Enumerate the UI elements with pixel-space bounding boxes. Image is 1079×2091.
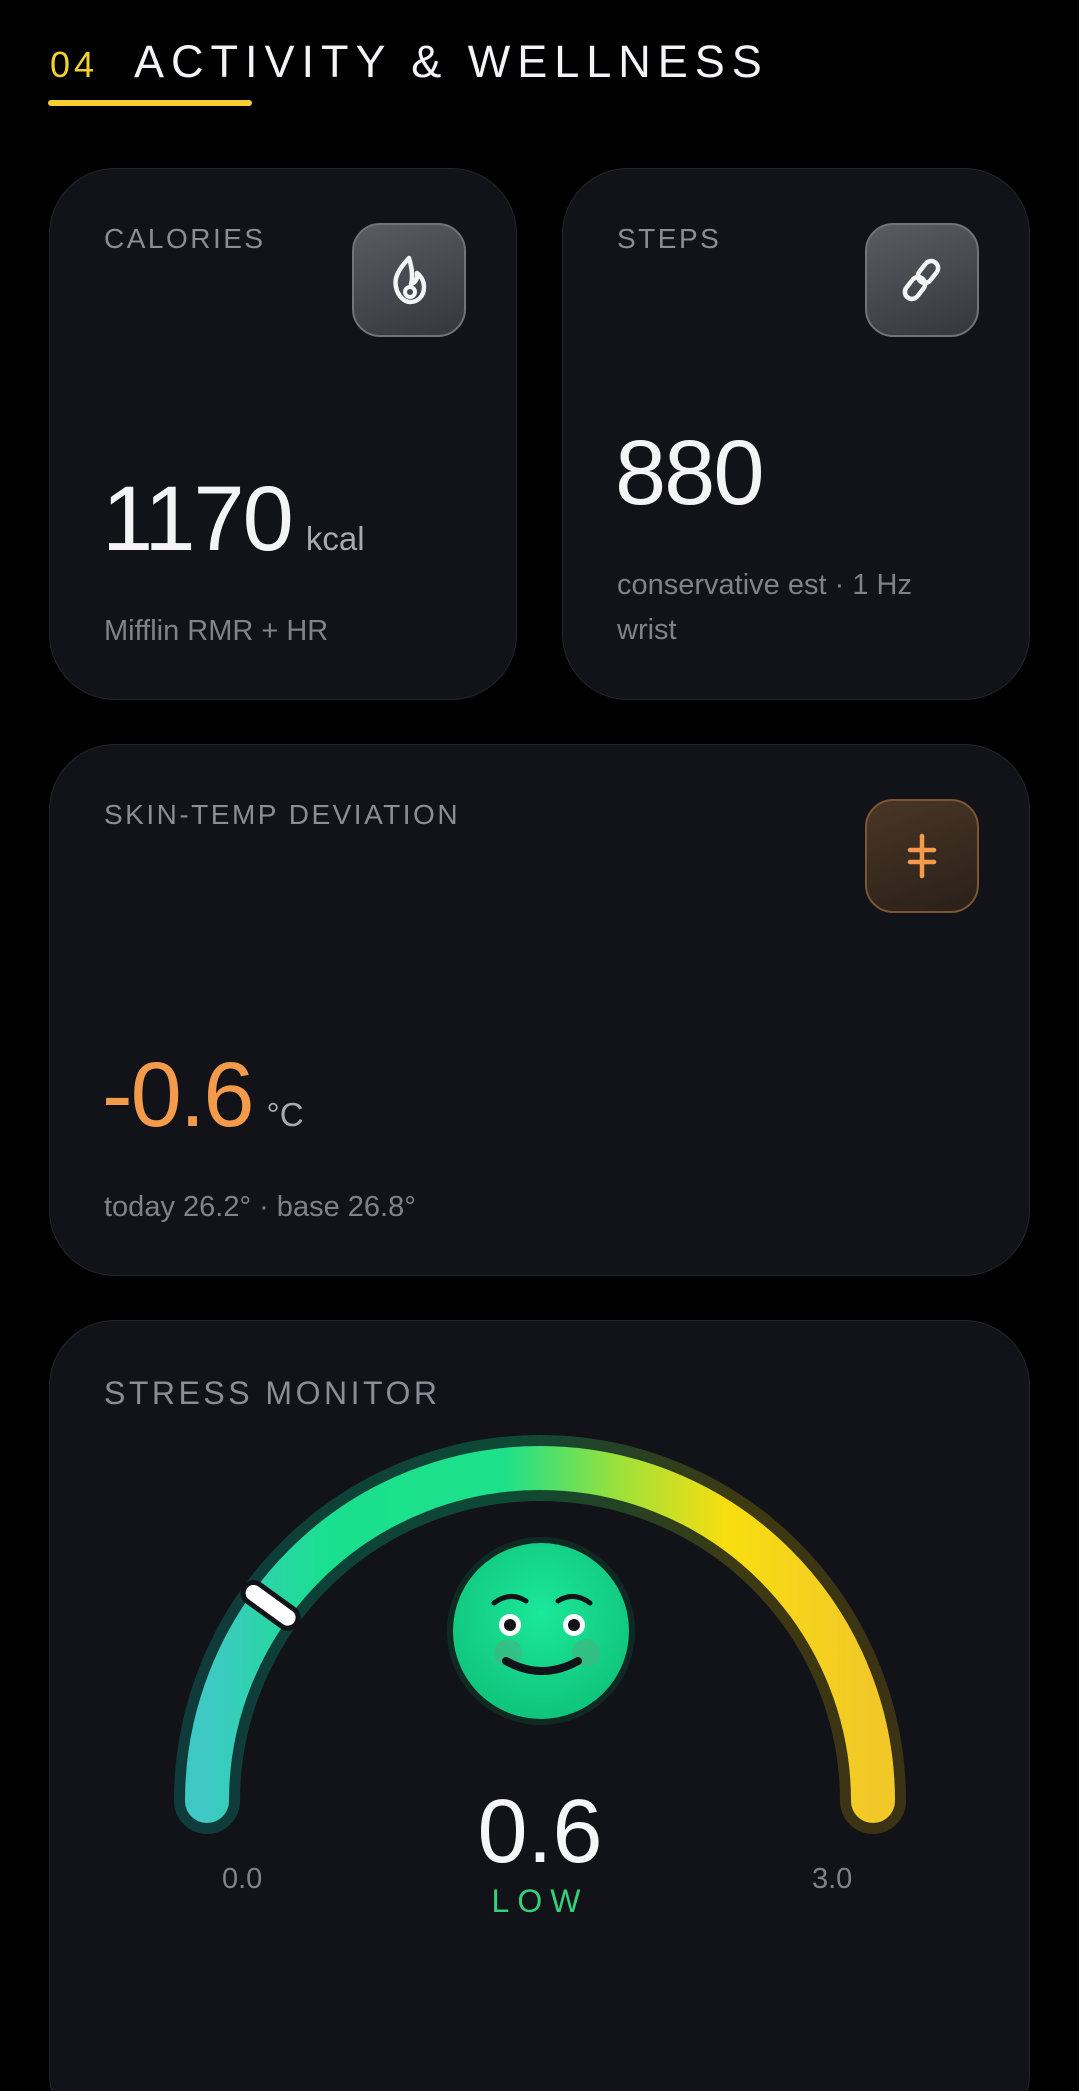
steps-icon-tile	[865, 223, 979, 337]
skin-temp-unit: °C	[266, 1096, 304, 1133]
section-title: ACTIVITY & WELLNESS	[134, 36, 769, 87]
skin-temp-label: SKIN-TEMP DEVIATION	[104, 799, 461, 830]
stress-gauge	[50, 1321, 1030, 2091]
stress-gauge-svg	[174, 1435, 906, 1834]
skin-temp-note: today 26.2° · base 26.8°	[104, 1191, 416, 1223]
steps-label: STEPS	[617, 223, 722, 254]
thermometer-icon	[907, 833, 937, 879]
steps-metric: 880	[615, 421, 764, 526]
stress-monitor-card[interactable]: STRESS MONITOR 0.0 3.0 0.6 LOW	[49, 1320, 1030, 2091]
calories-card[interactable]: CALORIES 1170 kcal Mifflin RMR + HR	[49, 168, 517, 700]
steps-note: conservative est · 1 Hz wrist	[617, 563, 912, 653]
stress-level: LOW	[491, 1883, 589, 1919]
skin-temp-metric: -0.6 °C	[102, 1043, 304, 1148]
calories-metric: 1170 kcal	[102, 467, 365, 572]
activity-wellness-screen: 04 ACTIVITY & WELLNESS CALORIES 1170 kca…	[0, 0, 1079, 2091]
skin-temp-icon-tile	[865, 799, 979, 913]
calories-unit: kcal	[305, 520, 365, 557]
footprints-icon	[902, 258, 941, 302]
calories-value: 1170	[102, 468, 294, 570]
steps-card[interactable]: STEPS 880 conservative est · 1 Hz wrist	[562, 168, 1030, 700]
calories-note: Mifflin RMR + HR	[104, 615, 329, 647]
flame-icon	[393, 255, 427, 305]
smiley-face-icon	[447, 1537, 635, 1725]
calories-label: CALORIES	[104, 223, 266, 254]
steps-value: 880	[615, 422, 764, 524]
skin-temp-value: -0.6	[102, 1044, 255, 1146]
section-underline	[48, 100, 252, 106]
skin-temp-card[interactable]: SKIN-TEMP DEVIATION -0.6 °C today 26.2° …	[49, 744, 1030, 1276]
steps-note-line-1: conservative est · 1 Hz	[617, 569, 912, 601]
calories-icon-tile	[352, 223, 466, 337]
stress-value: 0.6	[477, 1782, 603, 1882]
section-number: 04	[50, 44, 99, 85]
steps-note-line-2: wrist	[617, 614, 677, 646]
